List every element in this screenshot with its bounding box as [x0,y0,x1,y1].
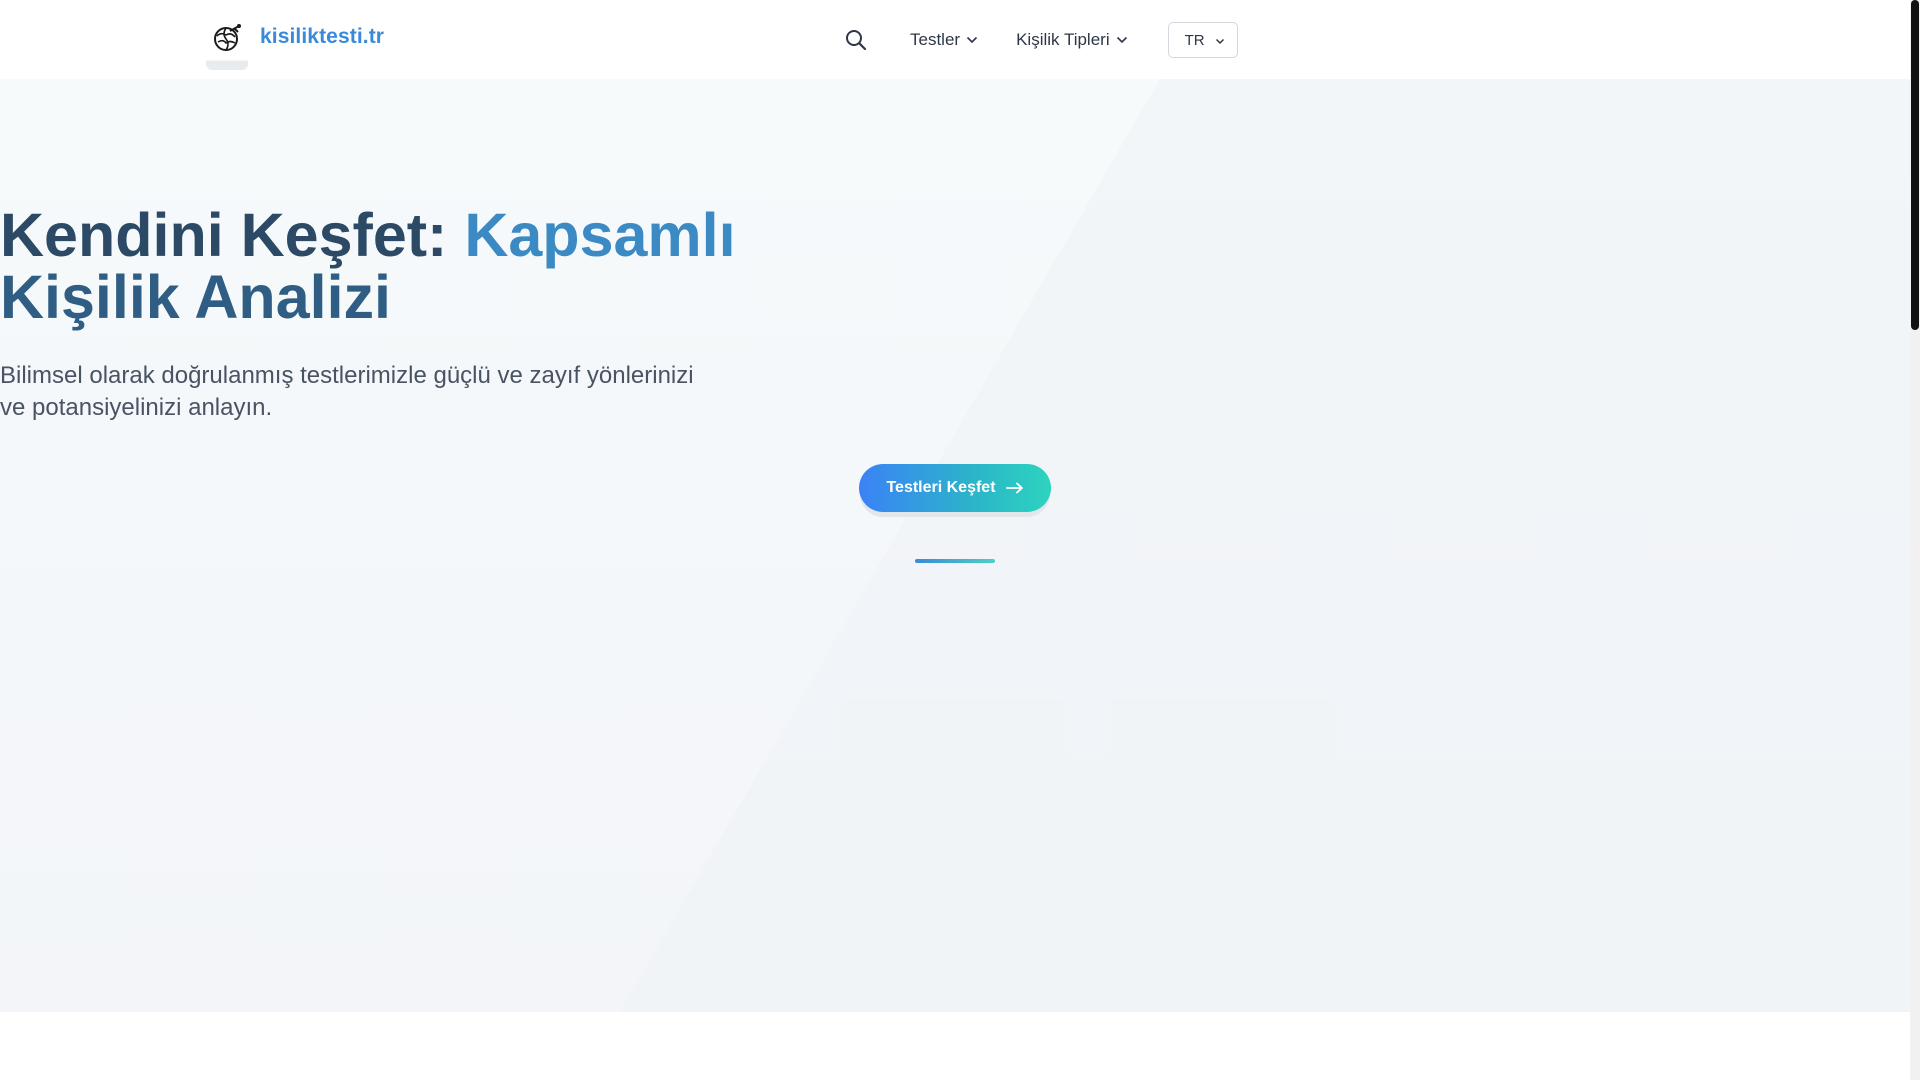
nav-personality-types-dropdown[interactable]: Kişilik Tipleri [1016,30,1128,50]
search-icon[interactable] [840,24,872,56]
scrollbar[interactable] [1910,0,1920,1080]
nav-tests-dropdown[interactable]: Testler [910,30,978,50]
chevron-down-icon [966,36,978,44]
hero-title: Kendini Keşfet: Kapsamlı Kişilik Analizi [0,204,1910,328]
hero-title-accent: Kapsamlı [464,201,736,269]
hero-section: Kendini Keşfet: Kapsamlı Kişilik Analizi… [0,79,1910,1012]
chevron-down-icon [1116,36,1128,44]
chevron-down-icon [1215,32,1225,49]
hero-title-part1: Kendini Keşfet: [0,201,465,269]
main-nav: Testler Kişilik Tipleri TR [840,22,1238,58]
site-header: kisiliktesti.tr Testler Kişilik Tipleri … [0,0,1910,79]
hero-subtitle: Bilimsel olarak doğrulanmış testlerimizl… [0,360,1910,424]
brain-globe-icon [206,18,248,70]
nav-types-label: Kişilik Tipleri [1016,30,1110,49]
language-value: TR [1184,31,1205,49]
logo-text[interactable]: kisiliktesti.tr [260,25,384,49]
explore-tests-button[interactable]: Testleri Keşfet [859,464,1051,512]
nav-tests-label: Testler [910,30,961,49]
hero-title-line2: Kişilik Analizi [0,263,391,331]
hero-subtitle-line2: ve potansiyelinizi anlayın. [0,394,273,421]
arrow-right-icon [1005,482,1024,494]
hero-divider [915,559,995,563]
hero-subtitle-line1: Bilimsel olarak doğrulanmış testlerimizl… [0,362,694,389]
logo-link[interactable]: kisiliktesti.tr [206,18,384,70]
scrollbar-thumb[interactable] [1911,0,1919,330]
language-select[interactable]: TR [1167,22,1238,58]
explore-tests-label: Testleri Keşfet [886,479,996,496]
